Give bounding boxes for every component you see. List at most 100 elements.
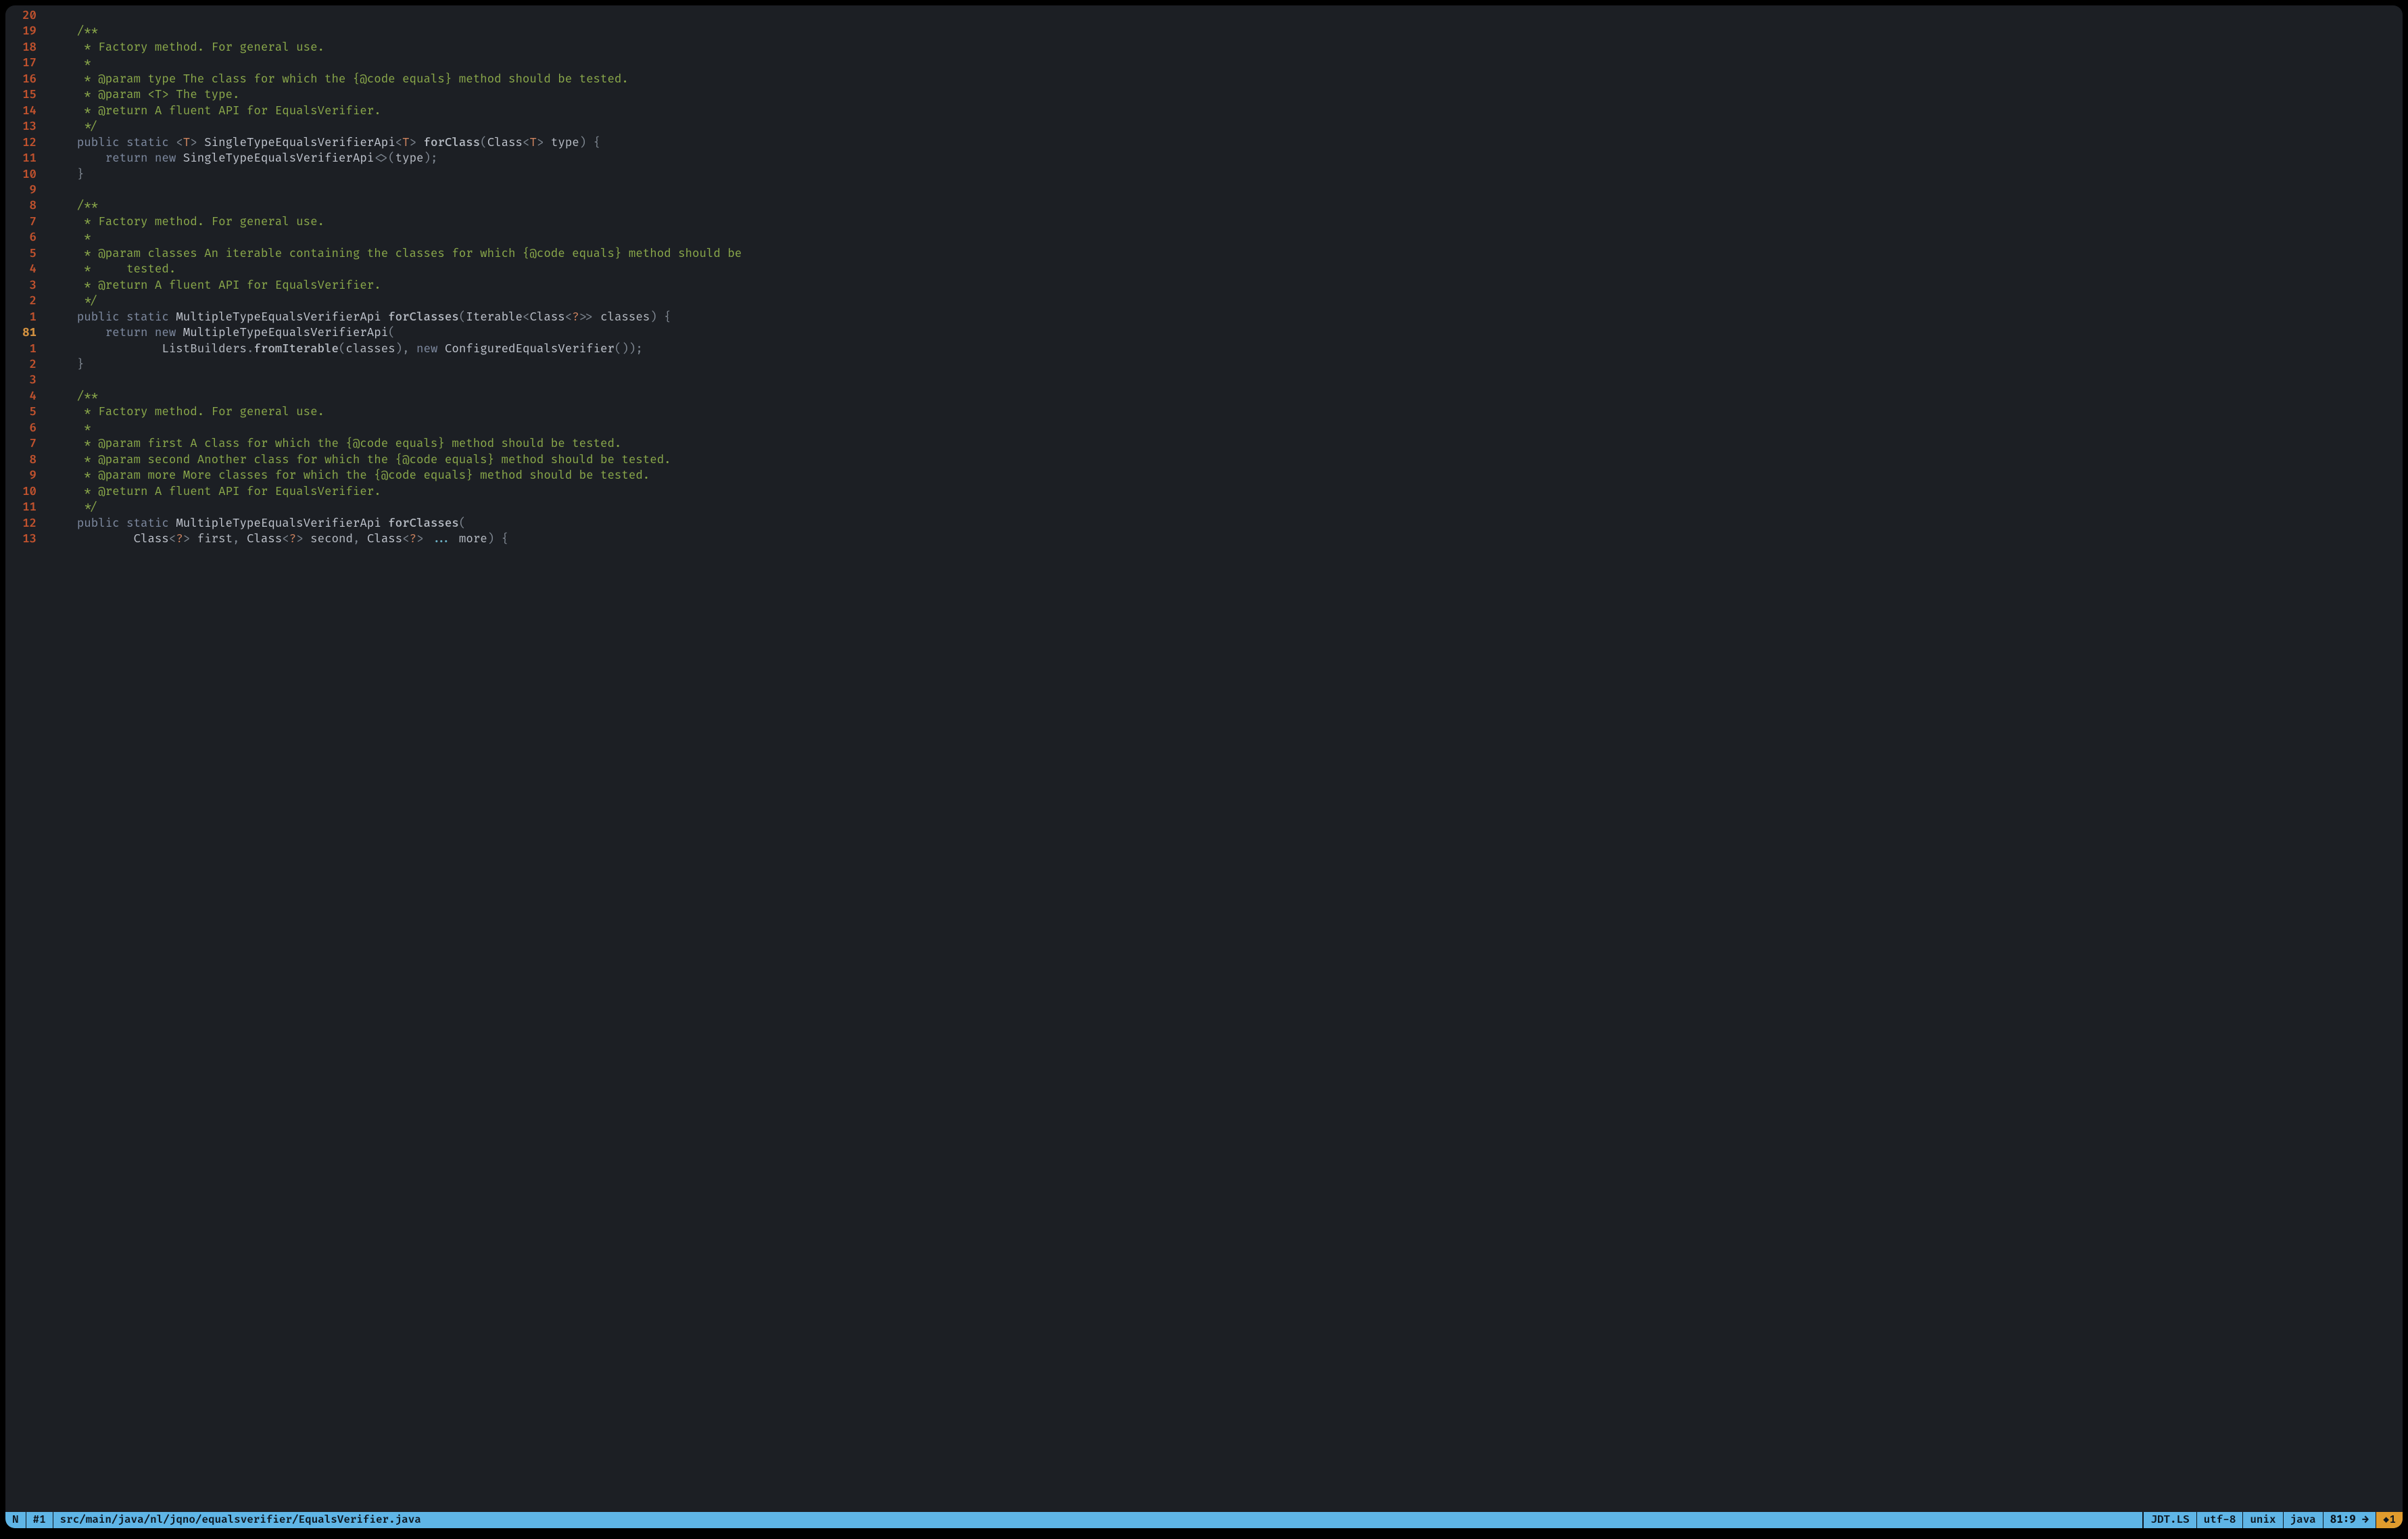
token: type: [551, 136, 579, 150]
code-content[interactable]: * Factory method. For general use.: [49, 404, 2403, 420]
code-line[interactable]: 10 * @return A fluent API for EqualsVeri…: [5, 484, 2403, 500]
code-content[interactable]: * tested.: [49, 262, 2403, 277]
token: T: [402, 136, 409, 150]
token: T: [183, 136, 190, 150]
token: ,: [233, 532, 247, 546]
code-content[interactable]: return new MultipleTypeEqualsVerifierApi…: [49, 325, 2403, 341]
code-content[interactable]: Class<?> first, Class<?> second, Class<?…: [49, 531, 2403, 547]
code-editor[interactable]: 20 19 /**18 * Factory method. For genera…: [5, 5, 2403, 1512]
code-line[interactable]: 10 }: [5, 167, 2403, 183]
code-line[interactable]: 16 * @param type The class for which the…: [5, 72, 2403, 87]
code-line[interactable]: 13 */: [5, 119, 2403, 135]
token: <: [523, 310, 529, 325]
code-line[interactable]: 14 * @return A fluent API for EqualsVeri…: [5, 103, 2403, 119]
code-line[interactable]: 3: [5, 373, 2403, 388]
code-content[interactable]: * @return A fluent API for EqualsVerifie…: [49, 278, 2403, 293]
code-line[interactable]: 11 return new SingleTypeEqualsVerifierAp…: [5, 151, 2403, 166]
code-line[interactable]: 13 Class<?> first, Class<?> second, Clas…: [5, 531, 2403, 547]
code-content[interactable]: * @param more More classes for which the…: [49, 468, 2403, 483]
code-content[interactable]: * @param second Another class for which …: [49, 452, 2403, 468]
code-content[interactable]: /**: [49, 389, 2403, 404]
code-content[interactable]: * Factory method. For general use.: [49, 214, 2403, 230]
code-line[interactable]: 2 */: [5, 293, 2403, 309]
code-content[interactable]: }: [49, 167, 2403, 183]
code-content[interactable]: */: [49, 500, 2403, 515]
code-line[interactable]: 19 /**: [5, 24, 2403, 39]
code-line[interactable]: 2 }: [5, 357, 2403, 373]
token: return new: [49, 151, 183, 166]
line-number: 17: [5, 55, 49, 71]
code-content[interactable]: *: [49, 230, 2403, 245]
token: public static: [49, 136, 176, 150]
code-content[interactable]: return new SingleTypeEqualsVerifierApi<>…: [49, 151, 2403, 166]
line-number: 9: [5, 183, 49, 198]
code-content[interactable]: * @param first A class for which the {@c…: [49, 436, 2403, 452]
code-line[interactable]: 4 /**: [5, 389, 2403, 404]
token: */: [49, 120, 98, 134]
code-content[interactable]: */: [49, 119, 2403, 135]
code-line[interactable]: 12 public static <T> SingleTypeEqualsVer…: [5, 135, 2403, 151]
code-line[interactable]: 5 * @param classes An iterable containin…: [5, 246, 2403, 262]
code-line[interactable]: 81 return new MultipleTypeEqualsVerifier…: [5, 325, 2403, 341]
code-line[interactable]: 1 ListBuilders.fromIterable(classes), ne…: [5, 341, 2403, 357]
token: * @return A fluent API for EqualsVerifie…: [49, 279, 381, 293]
code-content[interactable]: ListBuilders.fromIterable(classes), new …: [49, 341, 2403, 357]
code-line[interactable]: 7 * Factory method. For general use.: [5, 214, 2403, 230]
code-content[interactable]: [49, 183, 2403, 198]
token: <: [565, 310, 572, 325]
code-content[interactable]: public static MultipleTypeEqualsVerifier…: [49, 516, 2403, 531]
code-line[interactable]: 17 *: [5, 55, 2403, 71]
code-content[interactable]: * @return A fluent API for EqualsVerifie…: [49, 484, 2403, 500]
token: * @param second Another class for which …: [49, 453, 671, 467]
token: * @return A fluent API for EqualsVerifie…: [49, 104, 381, 118]
code-line[interactable]: 1 public static MultipleTypeEqualsVerifi…: [5, 310, 2403, 325]
code-content[interactable]: *: [49, 55, 2403, 71]
token: * @param first A class for which the {@c…: [49, 437, 621, 451]
token: fromIterable: [254, 342, 339, 356]
code-line[interactable]: 8 /**: [5, 198, 2403, 214]
code-content[interactable]: * @param <T> The type.: [49, 87, 2403, 103]
statusline: N #1 src/main/java/nl/jqno/equalsverifie…: [5, 1512, 2403, 1528]
code-line[interactable]: 9: [5, 183, 2403, 198]
code-line[interactable]: 4 * tested.: [5, 262, 2403, 277]
code-content[interactable]: [49, 8, 2403, 24]
token: <: [395, 136, 402, 150]
code-line[interactable]: 12 public static MultipleTypeEqualsVerif…: [5, 516, 2403, 531]
token: ListBuilders: [49, 342, 247, 356]
code-line[interactable]: 3 * @return A fluent API for EqualsVerif…: [5, 278, 2403, 293]
code-line[interactable]: 15 * @param <T> The type.: [5, 87, 2403, 103]
code-content[interactable]: }: [49, 357, 2403, 373]
code-content[interactable]: * @param classes An iterable containing …: [49, 246, 2403, 262]
code-line[interactable]: 5 * Factory method. For general use.: [5, 404, 2403, 420]
code-line[interactable]: 20: [5, 8, 2403, 24]
code-line[interactable]: 6 *: [5, 230, 2403, 245]
token: <: [176, 136, 183, 150]
code-content[interactable]: public static <T> SingleTypeEqualsVerifi…: [49, 135, 2403, 151]
token: classes: [600, 310, 650, 325]
code-line[interactable]: 6 *: [5, 421, 2403, 436]
token: Class: [134, 532, 169, 546]
code-content[interactable]: public static MultipleTypeEqualsVerifier…: [49, 310, 2403, 325]
code-line[interactable]: 8 * @param second Another class for whic…: [5, 452, 2403, 468]
token: * @param <T> The type.: [49, 88, 239, 102]
code-content[interactable]: /**: [49, 24, 2403, 39]
token: T: [529, 136, 536, 150]
code-line[interactable]: 18 * Factory method. For general use.: [5, 40, 2403, 55]
code-content[interactable]: * Factory method. For general use.: [49, 40, 2403, 55]
code-content[interactable]: *: [49, 421, 2403, 436]
code-content[interactable]: [49, 373, 2403, 388]
code-line[interactable]: 7 * @param first A class for which the {…: [5, 436, 2403, 452]
code-content[interactable]: * @param type The class for which the {@…: [49, 72, 2403, 87]
code-line[interactable]: 9 * @param more More classes for which t…: [5, 468, 2403, 483]
line-number: 3: [5, 278, 49, 293]
code-content[interactable]: * @return A fluent API for EqualsVerifie…: [49, 103, 2403, 119]
token: >: [416, 532, 423, 546]
code-content[interactable]: */: [49, 293, 2403, 309]
token: Iterable: [466, 310, 523, 325]
code-content[interactable]: /**: [49, 198, 2403, 214]
diagnostics-count[interactable]: ◆1: [2376, 1512, 2403, 1528]
code-line[interactable]: 11 */: [5, 500, 2403, 515]
token: first: [197, 532, 233, 546]
line-number: 8: [5, 452, 49, 468]
token: new: [416, 342, 445, 356]
